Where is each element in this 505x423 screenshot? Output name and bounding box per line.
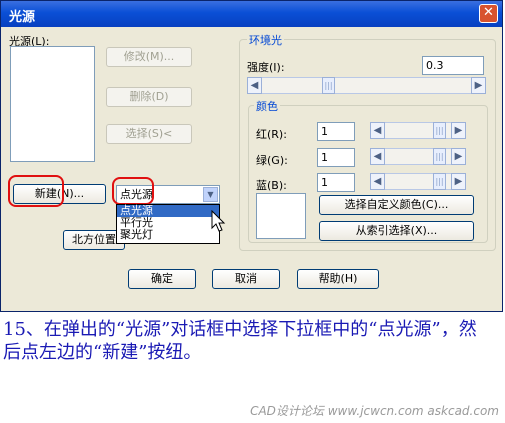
color-swatch <box>256 193 306 239</box>
slider-thumb[interactable]: ||| <box>433 173 446 190</box>
slider-thumb[interactable]: ||| <box>322 77 335 94</box>
blue-input[interactable]: 1 <box>317 173 355 192</box>
green-label: 绿(G): <box>256 154 288 167</box>
ambient-group-label: 环境光 <box>247 32 284 48</box>
from-index-button[interactable]: 从索引选择(X)... <box>319 221 474 241</box>
arrow-left-icon[interactable]: ◀ <box>370 173 385 190</box>
select-button[interactable]: 选择(S)< <box>106 124 192 144</box>
delete-button[interactable]: 删除(D) <box>106 87 192 107</box>
modify-button[interactable]: 修改(M)... <box>106 47 192 67</box>
close-icon[interactable]: ✕ <box>479 4 498 23</box>
slider-thumb[interactable]: ||| <box>433 122 446 139</box>
blue-label: 蓝(B): <box>256 179 287 192</box>
arrow-left-icon[interactable]: ◀ <box>247 77 262 94</box>
custom-color-button[interactable]: 选择自定义颜色(C)... <box>319 195 474 215</box>
red-input[interactable]: 1 <box>317 122 355 141</box>
blue-slider[interactable]: ◀ ||| ▶ <box>370 173 466 190</box>
slider-thumb[interactable]: ||| <box>433 148 446 165</box>
intensity-label: 强度(I): <box>247 61 285 74</box>
help-button[interactable]: 帮助(H) <box>297 269 379 289</box>
select-highlight <box>112 177 154 205</box>
dialog-title: 光源 <box>9 10 36 25</box>
arrow-right-icon[interactable]: ▶ <box>471 77 486 94</box>
title-bar[interactable]: 光源 ✕ <box>1 1 502 27</box>
arrow-right-icon[interactable]: ▶ <box>451 173 466 190</box>
light-type-dropdown-list: 点光源 平行光 聚光灯 <box>116 204 220 244</box>
dropdown-arrow-icon[interactable]: ▼ <box>203 187 218 202</box>
intensity-input[interactable]: 0.3 <box>422 56 484 75</box>
site-watermark: CAD设计论坛 www.jcwcn.com askcad.com <box>250 404 499 418</box>
light-list[interactable] <box>10 46 95 162</box>
mouse-cursor-icon <box>211 210 226 232</box>
tutorial-caption: 15、在弹出的“光源”对话框中选择下拉框中的“点光源”，然后点左边的“新建”按纽… <box>3 319 477 363</box>
arrow-right-icon[interactable]: ▶ <box>451 148 466 165</box>
light-dialog: 光源 ✕ 光源(L): 修改(M)... 删除(D) 选择(S)< 新建(N).… <box>0 0 503 312</box>
color-group-label: 颜色 <box>254 98 280 114</box>
green-slider[interactable]: ◀ ||| ▶ <box>370 148 466 165</box>
new-button-highlight <box>8 175 64 207</box>
intensity-slider[interactable]: ◀ ||| ▶ <box>247 77 486 94</box>
red-label: 红(R): <box>256 128 287 141</box>
cancel-button[interactable]: 取消 <box>212 269 280 289</box>
arrow-left-icon[interactable]: ◀ <box>370 122 385 139</box>
arrow-right-icon[interactable]: ▶ <box>451 122 466 139</box>
arrow-left-icon[interactable]: ◀ <box>370 148 385 165</box>
green-input[interactable]: 1 <box>317 148 355 167</box>
red-slider[interactable]: ◀ ||| ▶ <box>370 122 466 139</box>
ok-button[interactable]: 确定 <box>128 269 196 289</box>
dropdown-option[interactable]: 聚光灯 <box>117 229 219 241</box>
